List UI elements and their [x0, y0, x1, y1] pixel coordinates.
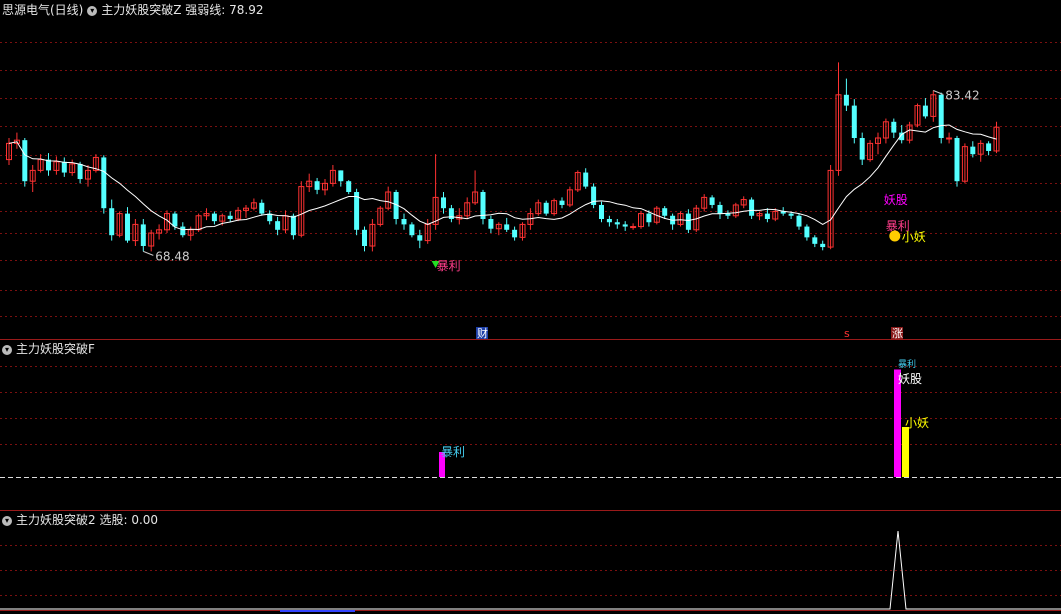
candle-down — [125, 213, 130, 241]
line-value: 78.92 — [229, 3, 264, 17]
candle-down — [227, 215, 233, 219]
candle-down — [851, 105, 857, 138]
candle-down — [938, 94, 944, 138]
candle-down — [22, 140, 28, 182]
candle-down — [290, 215, 296, 236]
candle-down — [709, 197, 715, 205]
bar-label: 暴利 — [441, 445, 465, 459]
indicator-name[interactable]: 主力妖股突破F — [16, 342, 95, 356]
bar-label: 小妖 — [905, 416, 929, 430]
signal-label: 暴利 — [437, 259, 461, 273]
candle-down — [61, 161, 67, 173]
stock-name: 思源电气(日线) — [2, 3, 84, 17]
candle-down — [559, 200, 565, 205]
background — [0, 0, 1061, 614]
marker-label: 涨 — [892, 327, 903, 340]
candle-up — [630, 226, 637, 229]
candle-down — [441, 197, 446, 209]
candle-down — [409, 224, 415, 236]
panel1-header: 思源电气(日线) ▾ 主力妖股突破Z 强弱线: 78.92 — [2, 3, 264, 17]
candle-down — [338, 170, 344, 182]
candle-down — [401, 219, 407, 225]
candle-down — [606, 219, 612, 223]
candle-down — [804, 226, 810, 238]
candle-down — [77, 163, 83, 180]
high-label: 83.42 — [945, 88, 979, 102]
candle-down — [314, 181, 320, 190]
candle-down — [172, 213, 178, 227]
marker-label: s — [844, 327, 850, 340]
candle-down — [922, 105, 928, 117]
candle-down — [599, 204, 604, 219]
candle-down — [662, 208, 668, 216]
candle-down — [843, 94, 849, 106]
chart-canvas: 83.4268.48暴利妖股暴利小妖财 s 涨暴利暴利妖股小妖 — [0, 0, 1061, 614]
candle-down — [891, 121, 897, 133]
candle-down — [764, 213, 770, 219]
candle-down — [614, 222, 620, 225]
signal-bar — [902, 427, 909, 477]
indicator-menu-icon[interactable]: ▾ — [87, 5, 98, 16]
indicator-name[interactable]: 主力妖股突破2 — [16, 513, 96, 527]
bar-label: 妖股 — [898, 372, 922, 386]
candle-down — [717, 204, 723, 214]
candle-down — [101, 157, 107, 209]
indicator-menu-icon[interactable]: ▾ — [2, 515, 12, 526]
candle-down — [812, 237, 818, 244]
candle-down — [140, 224, 146, 246]
indicator-menu-icon[interactable]: ▾ — [2, 344, 12, 355]
signal-label: 小妖 — [902, 230, 926, 244]
bar-label: 暴利 — [898, 358, 916, 370]
candle-down — [362, 229, 367, 246]
candle-down — [504, 224, 510, 230]
line-label: 强弱线 — [185, 3, 222, 17]
candle-down — [275, 221, 281, 230]
candle-down — [583, 172, 589, 187]
candle-down — [488, 219, 494, 229]
signal-label: 妖股 — [884, 193, 908, 207]
candle-down — [512, 229, 518, 238]
line-value: 0.00 — [131, 513, 159, 527]
panel2-header: ▾ 主力妖股突破F — [2, 341, 95, 357]
candle-down — [211, 213, 217, 222]
candle-down — [109, 208, 115, 236]
smiley-icon — [889, 230, 901, 242]
indicator-name[interactable]: 主力妖股突破Z — [101, 3, 181, 17]
candle-down — [622, 224, 628, 227]
line-label: 选股 — [99, 513, 124, 527]
candle-down — [820, 243, 826, 248]
candle-down — [954, 138, 960, 182]
candle-down — [859, 138, 865, 160]
marker-label: 财 — [477, 326, 488, 340]
candle-down — [788, 213, 794, 216]
candle-down — [417, 235, 423, 241]
candle-down — [646, 213, 652, 223]
low-label: 68.48 — [155, 249, 189, 263]
candle-down — [543, 202, 549, 214]
candle-down — [346, 181, 352, 192]
candle-up — [946, 137, 953, 140]
candle-down — [796, 215, 802, 227]
candle-down — [259, 202, 265, 214]
panel3-header: ▾ 主力妖股突破2 选股: 0.00 — [2, 512, 158, 528]
candle-down — [180, 226, 186, 236]
candle-down — [749, 199, 755, 216]
candle-down — [725, 213, 731, 216]
candle-down — [986, 143, 992, 151]
candle-down — [685, 213, 691, 230]
candle-down — [970, 146, 976, 155]
